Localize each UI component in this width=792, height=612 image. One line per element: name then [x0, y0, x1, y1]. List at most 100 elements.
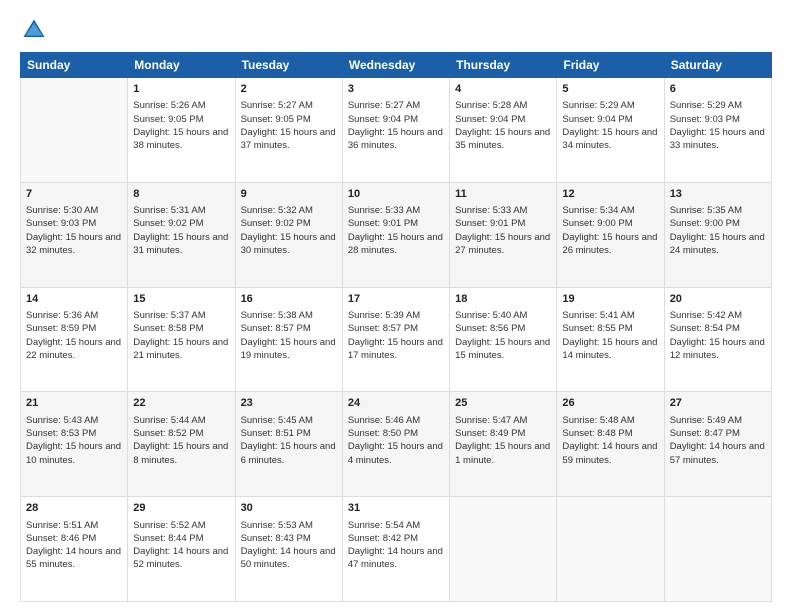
daylight-text: Daylight: 15 hours and 24 minutes.	[670, 231, 766, 258]
calendar-cell: 12Sunrise: 5:34 AMSunset: 9:00 PMDayligh…	[557, 182, 664, 287]
calendar-cell: 6Sunrise: 5:29 AMSunset: 9:03 PMDaylight…	[664, 78, 771, 183]
day-number: 22	[133, 396, 229, 411]
calendar-cell: 27Sunrise: 5:49 AMSunset: 8:47 PMDayligh…	[664, 392, 771, 497]
calendar-cell: 22 Sunrise: 5:44 AMSunset: 8:52 PMDayligh…	[128, 392, 235, 497]
sunrise-text: Sunrise: 5:29 AM	[670, 99, 766, 112]
calendar-header-row: SundayMondayTuesdayWednesdayThursdayFrid…	[21, 53, 772, 78]
sunset-text: Sunset: 8:55 PM	[562, 322, 658, 335]
sunset-text: Sunset: 8:52 PM	[133, 427, 229, 440]
calendar-cell: 25Sunrise: 5:47 AMSunset: 8:49 PMDayligh…	[450, 392, 557, 497]
daylight-text: Daylight: 15 hours and 12 minutes.	[670, 336, 766, 363]
sunrise-text: Sunrise: 5:34 AM	[562, 204, 658, 217]
sunset-text: Sunset: 8:51 PM	[241, 427, 337, 440]
sunset-text: Sunset: 8:46 PM	[26, 532, 122, 545]
calendar-cell: 18Sunrise: 5:40 AMSunset: 8:56 PMDayligh…	[450, 287, 557, 392]
day-number: 6	[670, 82, 766, 97]
daylight-text: Daylight: 15 hours and 37 minutes.	[241, 126, 337, 153]
calendar-cell: 10Sunrise: 5:33 AMSunset: 9:01 PMDayligh…	[342, 182, 449, 287]
sunrise-text: Sunrise: 5:35 AM	[670, 204, 766, 217]
daylight-text: Daylight: 14 hours and 47 minutes.	[348, 545, 444, 572]
daylight-text: Daylight: 15 hours and 21 minutes.	[133, 336, 229, 363]
day-number: 8	[133, 187, 229, 202]
calendar-cell: 3 Sunrise: 5:27 AMSunset: 9:04 PMDaylight…	[342, 78, 449, 183]
calendar-week-row: 21Sunrise: 5:43 AMSunset: 8:53 PMDayligh…	[21, 392, 772, 497]
calendar-cell: 29Sunrise: 5:52 AMSunset: 8:44 PMDayligh…	[128, 497, 235, 602]
sunset-text: Sunset: 8:57 PM	[348, 322, 444, 335]
daylight-text: Daylight: 15 hours and 15 minutes.	[455, 336, 551, 363]
calendar-header-friday: Friday	[557, 53, 664, 78]
sunrise-text: Sunrise: 5:51 AM	[26, 519, 122, 532]
calendar-header-sunday: Sunday	[21, 53, 128, 78]
sunset-text: Sunset: 9:00 PM	[562, 217, 658, 230]
sunset-text: Sunset: 9:01 PM	[455, 217, 551, 230]
day-number: 23	[241, 396, 337, 411]
daylight-text: Daylight: 14 hours and 50 minutes.	[241, 545, 337, 572]
day-number: 3	[348, 82, 444, 97]
sunrise-text: Sunrise: 5:26 AM	[133, 99, 229, 112]
sunrise-text: Sunrise: 5:28 AM	[455, 99, 551, 112]
sunrise-text: Sunrise: 5:33 AM	[348, 204, 444, 217]
sunrise-text: Sunrise: 5:46 AM	[348, 414, 444, 427]
daylight-text: Daylight: 14 hours and 59 minutes.	[562, 440, 658, 467]
sunset-text: Sunset: 9:01 PM	[348, 217, 444, 230]
sunset-text: Sunset: 9:05 PM	[133, 113, 229, 126]
day-number: 24	[348, 396, 444, 411]
sunset-text: Sunset: 8:58 PM	[133, 322, 229, 335]
sunset-text: Sunset: 9:00 PM	[670, 217, 766, 230]
daylight-text: Daylight: 15 hours and 6 minutes.	[241, 440, 337, 467]
sunrise-text: Sunrise: 5:42 AM	[670, 309, 766, 322]
sunrise-text: Sunrise: 5:29 AM	[562, 99, 658, 112]
calendar-week-row: 1Sunrise: 5:26 AMSunset: 9:05 PMDaylight…	[21, 78, 772, 183]
daylight-text: Daylight: 14 hours and 52 minutes.	[133, 545, 229, 572]
calendar-cell: 23 Sunrise: 5:45 AMSunset: 8:51 PMDayligh…	[235, 392, 342, 497]
calendar-cell: 28 Sunrise: 5:51 AMSunset: 8:46 PMDayligh…	[21, 497, 128, 602]
sunset-text: Sunset: 8:50 PM	[348, 427, 444, 440]
calendar-cell: 20Sunrise: 5:42 AMSunset: 8:54 PMDayligh…	[664, 287, 771, 392]
calendar-cell: 24 Sunrise: 5:46 AMSunset: 8:50 PMDayligh…	[342, 392, 449, 497]
daylight-text: Daylight: 15 hours and 8 minutes.	[133, 440, 229, 467]
page: SundayMondayTuesdayWednesdayThursdayFrid…	[0, 0, 792, 612]
sunrise-text: Sunrise: 5:45 AM	[241, 414, 337, 427]
day-number: 17	[348, 292, 444, 307]
sunset-text: Sunset: 8:49 PM	[455, 427, 551, 440]
daylight-text: Daylight: 15 hours and 35 minutes.	[455, 126, 551, 153]
calendar-cell: 21 Sunrise: 5:43 AMSunset: 8:53 PMDayligh…	[21, 392, 128, 497]
sunrise-text: Sunrise: 5:43 AM	[26, 414, 122, 427]
sunrise-text: Sunrise: 5:52 AM	[133, 519, 229, 532]
calendar-table: SundayMondayTuesdayWednesdayThursdayFrid…	[20, 52, 772, 602]
daylight-text: Daylight: 15 hours and 14 minutes.	[562, 336, 658, 363]
day-number: 4	[455, 82, 551, 97]
day-number: 11	[455, 187, 551, 202]
sunset-text: Sunset: 9:04 PM	[348, 113, 444, 126]
sunrise-text: Sunrise: 5:27 AM	[348, 99, 444, 112]
calendar-cell: 9Sunrise: 5:32 AMSunset: 9:02 PMDaylight…	[235, 182, 342, 287]
calendar-header-thursday: Thursday	[450, 53, 557, 78]
daylight-text: Daylight: 15 hours and 36 minutes.	[348, 126, 444, 153]
daylight-text: Daylight: 14 hours and 55 minutes.	[26, 545, 122, 572]
sunset-text: Sunset: 8:53 PM	[26, 427, 122, 440]
calendar-cell: 11Sunrise: 5:33 AMSunset: 9:01 PMDayligh…	[450, 182, 557, 287]
daylight-text: Daylight: 15 hours and 34 minutes.	[562, 126, 658, 153]
calendar-header-monday: Monday	[128, 53, 235, 78]
day-number: 2	[241, 82, 337, 97]
daylight-text: Daylight: 15 hours and 17 minutes.	[348, 336, 444, 363]
day-number: 28	[26, 501, 122, 516]
logo-icon	[20, 16, 48, 44]
day-number: 5	[562, 82, 658, 97]
calendar-cell: 13Sunrise: 5:35 AMSunset: 9:00 PMDayligh…	[664, 182, 771, 287]
calendar-header-tuesday: Tuesday	[235, 53, 342, 78]
daylight-text: Daylight: 15 hours and 4 minutes.	[348, 440, 444, 467]
sunrise-text: Sunrise: 5:30 AM	[26, 204, 122, 217]
sunrise-text: Sunrise: 5:36 AM	[26, 309, 122, 322]
day-number: 15	[133, 292, 229, 307]
day-number: 21	[26, 396, 122, 411]
daylight-text: Daylight: 15 hours and 32 minutes.	[26, 231, 122, 258]
calendar-week-row: 28Sunrise: 5:51 AMSunset: 8:46 PMDayligh…	[21, 497, 772, 602]
sunrise-text: Sunrise: 5:44 AM	[133, 414, 229, 427]
sunrise-text: Sunrise: 5:40 AM	[455, 309, 551, 322]
sunset-text: Sunset: 8:47 PM	[670, 427, 766, 440]
daylight-text: Daylight: 15 hours and 10 minutes.	[26, 440, 122, 467]
sunrise-text: Sunrise: 5:47 AM	[455, 414, 551, 427]
sunset-text: Sunset: 8:44 PM	[133, 532, 229, 545]
sunset-text: Sunset: 8:48 PM	[562, 427, 658, 440]
